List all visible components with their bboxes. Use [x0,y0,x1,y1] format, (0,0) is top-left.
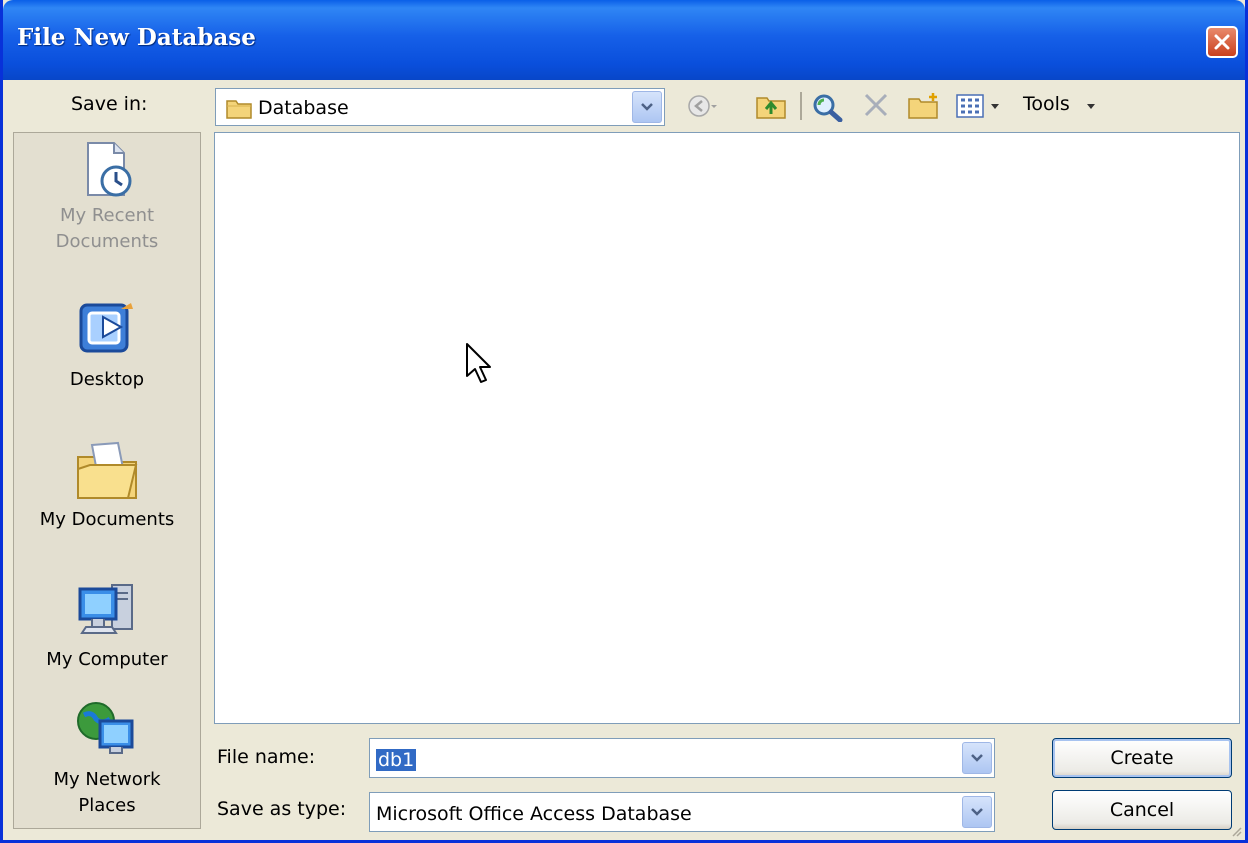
delete-icon[interactable] [863,92,889,118]
chevron-down-icon [971,754,983,762]
cancel-button[interactable]: Cancel [1052,790,1232,830]
save-as-type-dropdown[interactable]: Microsoft Office Access Database [369,792,995,832]
my-documents-icon [77,441,138,499]
chevron-down-icon [641,103,653,111]
up-one-level-icon[interactable] [755,92,787,120]
mouse-cursor-icon [466,343,491,383]
my-computer-icon [78,584,133,634]
create-button[interactable]: Create [1052,738,1232,778]
place-my-documents[interactable]: My Documents [14,439,200,533]
file-name-label: File name: [217,746,316,768]
place-my-recent-documents[interactable]: My Recent Documents [14,139,200,255]
save-in-dropdown-button[interactable] [632,91,662,123]
toolbar-separator [800,92,802,120]
search-web-icon[interactable] [811,92,843,122]
file-name-combobox[interactable]: db1 [369,738,995,778]
tools-dropdown-icon[interactable] [1085,102,1097,112]
new-folder-icon[interactable] [907,92,941,120]
tools-menu[interactable]: Tools [1023,93,1070,115]
save-in-value: Database [258,97,349,119]
file-list-view[interactable] [214,132,1240,724]
back-icon[interactable] [687,92,717,120]
network-places-icon [77,702,134,754]
save-as-type-dropdown-button[interactable] [962,796,992,828]
save-as-type-value: Microsoft Office Access Database [376,803,692,825]
recent-documents-icon [87,142,132,197]
places-bar: My Recent Documents Desktop My Documents [13,132,201,829]
file-name-input[interactable]: db1 [376,749,417,771]
place-my-network-places[interactable]: My Network Places [14,699,200,819]
save-in-toolbar: Save in: Database Tools [3,80,1245,130]
save-as-type-label: Save as type: [217,798,347,820]
title-bar[interactable]: File New Database [3,0,1245,80]
window-title: File New Database [17,24,256,51]
resize-grip-icon[interactable] [1229,824,1243,838]
views-icon[interactable] [955,92,1003,120]
folder-icon [226,100,252,119]
close-button[interactable] [1206,26,1238,58]
save-in-label: Save in: [71,93,148,115]
desktop-icon [79,303,133,353]
place-my-computer[interactable]: My Computer [14,579,200,673]
save-in-dropdown[interactable]: Database [215,88,665,126]
place-desktop[interactable]: Desktop [14,299,200,393]
file-new-database-dialog: File New Database Save in: Database Tool… [0,0,1248,843]
chevron-down-icon [971,808,983,816]
file-name-dropdown-button[interactable] [962,742,992,774]
close-icon [1214,34,1230,50]
